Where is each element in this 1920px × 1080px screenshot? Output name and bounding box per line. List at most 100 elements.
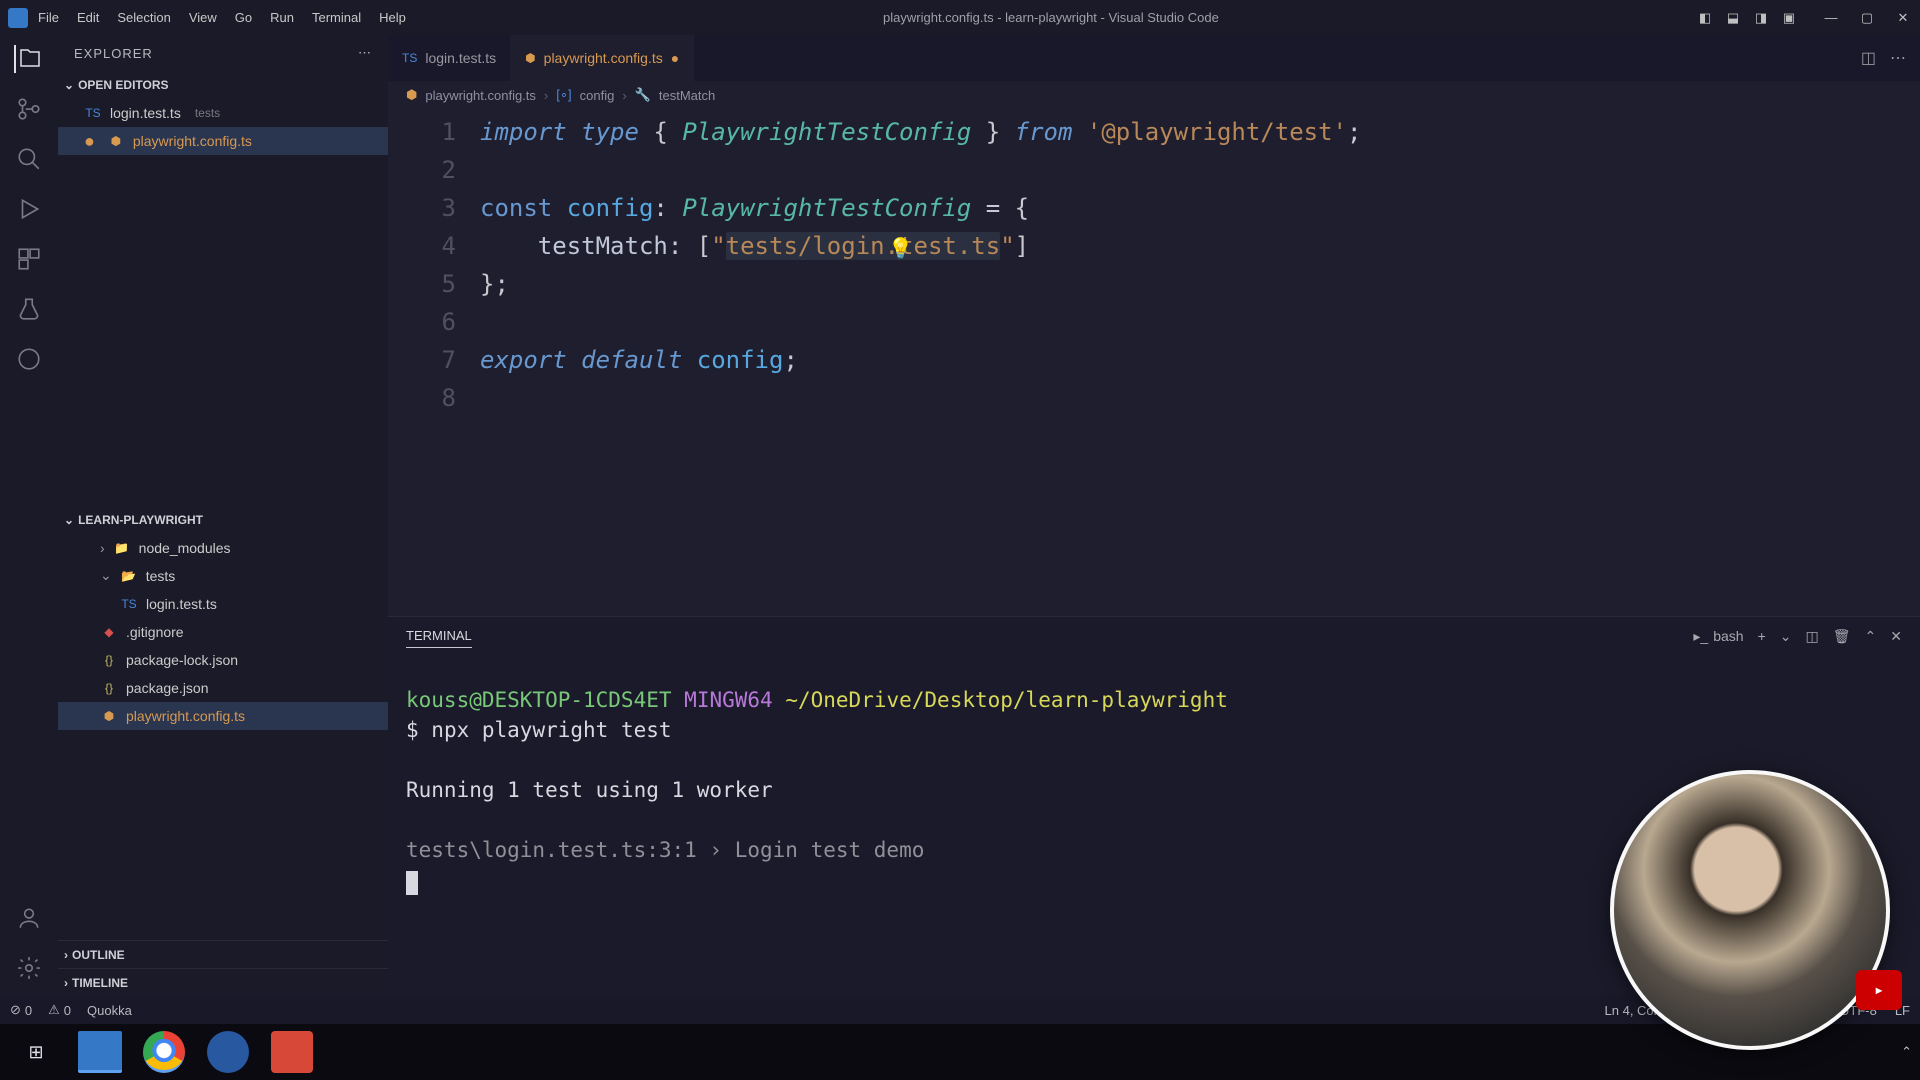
breadcrumb-item[interactable]: config <box>580 88 615 103</box>
menu-help[interactable]: Help <box>379 10 406 25</box>
close-icon[interactable]: ✕ <box>1894 9 1912 27</box>
new-terminal-icon[interactable]: + <box>1758 628 1766 644</box>
terminal-path: ~/OneDrive/Desktop/learn-playwright <box>785 688 1228 712</box>
start-button[interactable]: ⊞ <box>8 1028 64 1076</box>
file-package-json[interactable]: {} package.json <box>58 674 388 702</box>
project-label: LEARN-PLAYWRIGHT <box>78 513 203 527</box>
status-warnings[interactable]: ⚠ 0 <box>48 1002 71 1018</box>
layout-panel-icon[interactable]: ⬓ <box>1724 9 1742 27</box>
json-file-icon: {} <box>100 651 118 669</box>
layout-customize-icon[interactable]: ▣ <box>1780 9 1798 27</box>
terminal-dropdown-icon[interactable]: ⌄ <box>1780 628 1792 645</box>
folder-name: node_modules <box>139 540 231 556</box>
chevron-down-icon: ⌄ <box>100 567 112 584</box>
terminal-prompt: $ <box>406 718 431 742</box>
tab-playwright-config[interactable]: ⬢ playwright.config.ts ● <box>511 35 694 81</box>
taskbar-vscode[interactable] <box>72 1028 128 1076</box>
terminal-command: npx playwright test <box>431 718 671 742</box>
file-name: login.test.ts <box>146 596 217 612</box>
layout-sidebar-left-icon[interactable]: ◧ <box>1696 9 1714 27</box>
chevron-down-icon: ⌄ <box>64 513 74 527</box>
project-section[interactable]: ⌄ LEARN-PLAYWRIGHT <box>58 506 388 534</box>
ts-file-icon: ⬢ <box>107 132 125 150</box>
code-content[interactable]: import type { PlaywrightTestConfig } fro… <box>480 113 1920 616</box>
chevron-right-icon: › <box>544 88 548 103</box>
terminal-cursor <box>406 871 418 895</box>
terminal-icon: ▸_ <box>1693 628 1708 645</box>
folder-node-modules[interactable]: › 📁 node_modules <box>58 534 388 562</box>
timeline-section[interactable]: › TIMELINE <box>58 968 388 996</box>
open-editor-item-active[interactable]: ● ⬢ playwright.config.ts <box>58 127 388 155</box>
vscode-logo-icon <box>8 8 28 28</box>
extensions-icon[interactable] <box>15 245 43 273</box>
split-terminal-icon[interactable]: ◫ <box>1806 628 1819 645</box>
status-quokka[interactable]: Quokka <box>87 1003 132 1018</box>
maximize-icon[interactable]: ▢ <box>1858 9 1876 27</box>
search-icon[interactable] <box>15 145 43 173</box>
menu-run[interactable]: Run <box>270 10 294 25</box>
menu-view[interactable]: View <box>189 10 217 25</box>
menu-terminal[interactable]: Terminal <box>312 10 361 25</box>
file-gitignore[interactable]: ◆ .gitignore <box>58 618 388 646</box>
taskbar-app[interactable] <box>200 1028 256 1076</box>
menu-edit[interactable]: Edit <box>77 10 99 25</box>
chevron-right-icon: › <box>64 948 68 962</box>
breadcrumb-item[interactable]: playwright.config.ts <box>425 88 536 103</box>
file-package-lock[interactable]: {} package-lock.json <box>58 646 388 674</box>
activity-bar <box>0 35 58 996</box>
folder-open-icon: 📂 <box>120 567 138 585</box>
shell-label: bash <box>1713 628 1743 644</box>
breadcrumb[interactable]: ⬢ playwright.config.ts › [∘] config › 🔧 … <box>388 81 1920 109</box>
quokka-icon[interactable] <box>15 345 43 373</box>
open-editor-item[interactable]: TS login.test.ts tests <box>58 99 388 127</box>
modified-dot-icon: ● <box>84 131 95 152</box>
tab-label: playwright.config.ts <box>544 50 663 66</box>
open-editors-section[interactable]: ⌄ OPEN EDITORS <box>58 71 388 99</box>
file-playwright-config[interactable]: ⬢ playwright.config.ts <box>58 702 388 730</box>
taskbar-app[interactable] <box>264 1028 320 1076</box>
lightbulb-hint-icon[interactable]: 💡 <box>888 229 913 267</box>
menu-selection[interactable]: Selection <box>117 10 170 25</box>
tab-login-test[interactable]: TS login.test.ts <box>388 35 511 81</box>
run-debug-icon[interactable] <box>15 195 43 223</box>
terminal-tab[interactable]: TERMINAL <box>406 624 472 648</box>
folder-icon: 📁 <box>113 539 131 557</box>
json-file-icon: {} <box>100 679 118 697</box>
code-editor[interactable]: 12345678 import type { PlaywrightTestCon… <box>388 109 1920 616</box>
minimize-icon[interactable]: — <box>1822 9 1840 27</box>
outline-section[interactable]: › OUTLINE <box>58 940 388 968</box>
tab-modified-icon[interactable]: ● <box>671 50 679 66</box>
accounts-icon[interactable] <box>15 904 43 932</box>
explorer-icon[interactable] <box>14 45 42 73</box>
folder-tests[interactable]: ⌄ 📂 tests <box>58 562 388 590</box>
breadcrumb-item[interactable]: testMatch <box>659 88 715 103</box>
git-file-icon: ◆ <box>100 623 118 641</box>
taskbar-chrome[interactable] <box>136 1028 192 1076</box>
kill-terminal-icon[interactable]: 🗑 <box>1833 628 1851 645</box>
status-bar: ⊘ 0 ⚠ 0 Quokka Ln 4, Col 22 (1 selected)… <box>0 996 1920 1024</box>
file-name: package-lock.json <box>126 652 238 668</box>
tray-chevron-icon[interactable]: ⌃ <box>1901 1044 1912 1060</box>
close-panel-icon[interactable]: ✕ <box>1890 628 1902 645</box>
terminal-sys: MINGW64 <box>684 688 773 712</box>
settings-gear-icon[interactable] <box>15 954 43 982</box>
explorer-sidebar: EXPLORER ⋯ ⌄ OPEN EDITORS TS login.test.… <box>58 35 388 996</box>
layout-sidebar-right-icon[interactable]: ◨ <box>1752 9 1770 27</box>
menu-file[interactable]: File <box>38 10 59 25</box>
symbol-variable-icon: [∘] <box>556 87 571 103</box>
chevron-right-icon: › <box>64 976 68 990</box>
sidebar-more-icon[interactable]: ⋯ <box>358 45 372 61</box>
more-actions-icon[interactable]: ⋯ <box>1890 48 1906 68</box>
split-editor-icon[interactable]: ◫ <box>1861 48 1876 68</box>
window-title: playwright.config.ts - learn-playwright … <box>406 10 1696 25</box>
file-login-test[interactable]: TS login.test.ts <box>58 590 388 618</box>
status-errors[interactable]: ⊘ 0 <box>10 1002 32 1018</box>
ts-file-icon: ⬢ <box>525 51 535 65</box>
source-control-icon[interactable] <box>15 95 43 123</box>
maximize-panel-icon[interactable]: ⌃ <box>1865 628 1877 645</box>
windows-taskbar: ⊞ ⌃ <box>0 1024 1920 1080</box>
menu-go[interactable]: Go <box>235 10 252 25</box>
terminal-shell-selector[interactable]: ▸_ bash <box>1693 628 1743 645</box>
testing-icon[interactable] <box>15 295 43 323</box>
ts-file-icon: TS <box>84 104 102 122</box>
